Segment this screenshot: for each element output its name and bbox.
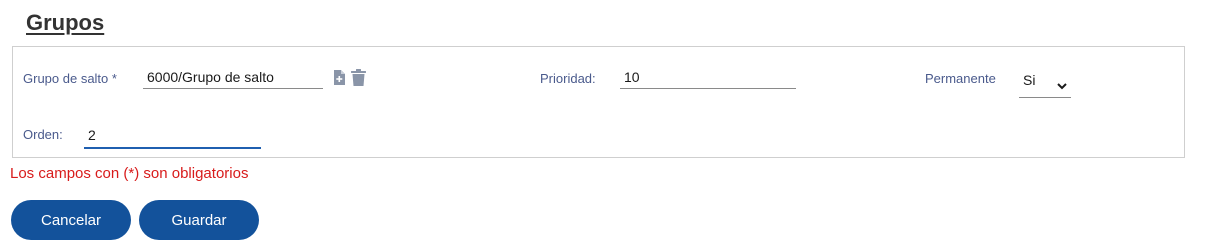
file-add-icon[interactable] [333, 70, 345, 85]
group-form-panel: Grupo de salto * Prioridad: Permanente S… [12, 46, 1185, 158]
save-button[interactable]: Guardar [139, 200, 259, 240]
orden-label: Orden: [23, 127, 63, 142]
permanente-selected-value: Si [1023, 72, 1036, 88]
cancel-button[interactable]: Cancelar [11, 200, 131, 240]
permanente-label: Permanente [925, 71, 996, 86]
prioridad-input[interactable] [620, 65, 796, 89]
required-fields-note: Los campos con (*) son obligatorios [10, 165, 249, 182]
grupo-salto-label: Grupo de salto * [23, 71, 117, 86]
prioridad-label: Prioridad: [540, 71, 596, 86]
permanente-select[interactable]: Si [1019, 63, 1071, 98]
grupo-salto-input[interactable] [143, 65, 323, 89]
chevron-down-icon [1057, 77, 1067, 89]
orden-input[interactable] [84, 122, 261, 149]
trash-icon[interactable] [351, 69, 366, 86]
page-title: Grupos [26, 10, 105, 35]
